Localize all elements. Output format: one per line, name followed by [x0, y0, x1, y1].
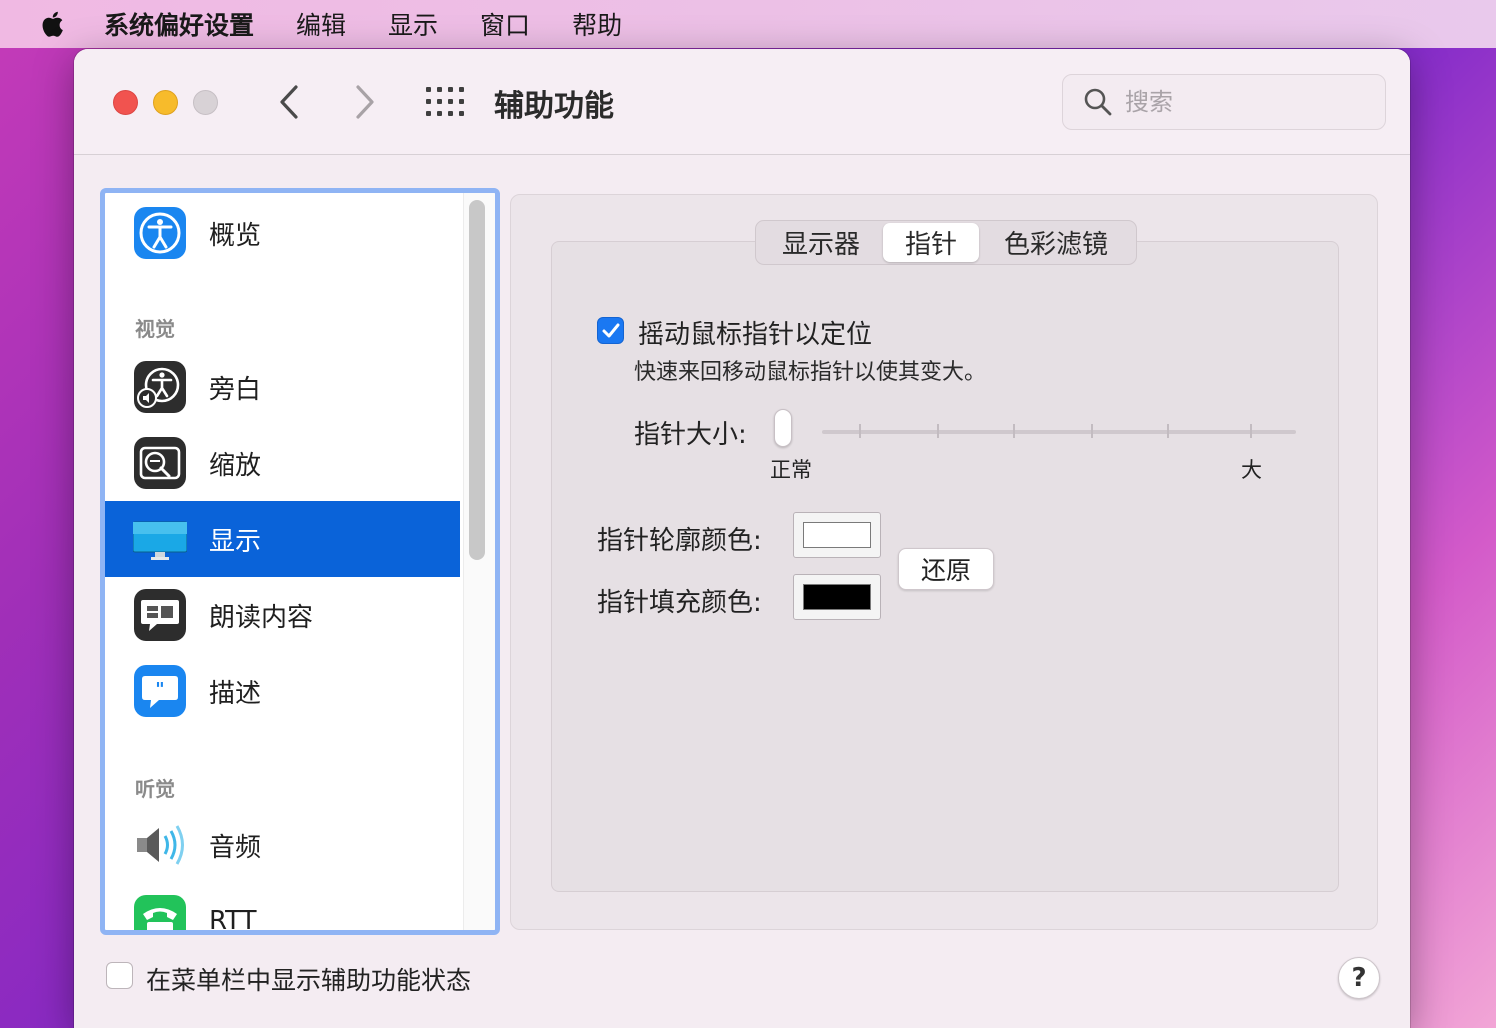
- tab-content-area: 摇动鼠标指针以定位 快速来回移动鼠标指针以使其变大。 指针大小: 正常 大 指针…: [551, 241, 1339, 892]
- back-chevron-icon[interactable]: [276, 83, 304, 121]
- pointer-fill-color-label: 指针填充颜色:: [597, 588, 762, 618]
- fill-color-swatch: [803, 584, 871, 610]
- accessibility-overview-icon: [134, 207, 186, 259]
- shake-to-locate-description: 快速来回移动鼠标指针以使其变大。: [634, 360, 987, 385]
- rtt-phone-icon: [134, 895, 186, 930]
- title-bar: 辅助功能: [74, 49, 1410, 155]
- sidebar-item-label: RTT: [209, 906, 257, 935]
- slider-tick: [859, 424, 861, 438]
- category-sidebar[interactable]: 概览 视觉 旁白 缩放 显示 朗读内容 " 描述 听觉 音频 RTT: [100, 188, 500, 935]
- tab-segmented-control: 显示器 指针 色彩滤镜: [755, 220, 1137, 265]
- zoom-magnifier-icon: [134, 437, 186, 489]
- spoken-content-icon: [134, 589, 186, 641]
- help-button[interactable]: ?: [1338, 957, 1380, 999]
- pointer-outline-color-well[interactable]: [793, 512, 881, 558]
- sidebar-item-overview[interactable]: 概览: [105, 195, 460, 271]
- sidebar-item-rtt[interactable]: RTT: [105, 883, 460, 935]
- pointer-size-slider-knob[interactable]: [774, 409, 792, 447]
- voiceover-icon: [134, 361, 186, 413]
- sidebar-item-zoom[interactable]: 缩放: [105, 425, 460, 501]
- pointer-outline-color-label: 指针轮廓颜色:: [597, 526, 762, 556]
- minimize-window-button[interactable]: [153, 90, 178, 115]
- tab-color-filters[interactable]: 色彩滤镜: [979, 223, 1133, 262]
- sidebar-item-label: 概览: [209, 220, 262, 251]
- slider-tick: [1167, 424, 1169, 438]
- sidebar-item-label: 朗读内容: [209, 602, 314, 633]
- slider-tick: [1013, 424, 1015, 438]
- close-window-button[interactable]: [113, 90, 138, 115]
- menu-edit[interactable]: 编辑: [296, 6, 346, 42]
- sidebar-item-label: 旁白: [209, 374, 262, 405]
- search-icon: [1084, 88, 1112, 116]
- sidebar-item-display[interactable]: 显示: [105, 501, 460, 577]
- shake-to-locate-label: 摇动鼠标指针以定位: [638, 320, 873, 350]
- menu-view[interactable]: 显示: [388, 6, 438, 42]
- tab-display[interactable]: 显示器: [759, 223, 883, 262]
- pointer-size-max-label: 大: [1241, 458, 1262, 482]
- outline-color-swatch: [803, 522, 871, 548]
- show-status-in-menubar-checkbox[interactable]: [106, 962, 133, 989]
- accessibility-window: 辅助功能 概览 视觉: [74, 49, 1410, 1028]
- svg-text:": ": [155, 679, 164, 700]
- pointer-size-min-label: 正常: [770, 458, 812, 482]
- menu-system-preferences[interactable]: 系统偏好设置: [104, 6, 254, 42]
- sidebar-item-label: 缩放: [209, 450, 262, 481]
- show-status-in-menubar-label: 在菜单栏中显示辅助功能状态: [146, 966, 472, 995]
- zoom-window-button[interactable]: [193, 90, 218, 115]
- slider-tick: [1250, 424, 1252, 438]
- shake-to-locate-checkbox[interactable]: [597, 317, 624, 344]
- descriptions-quote-bubble-icon: ": [134, 665, 186, 717]
- sidebar-item-spoken-content[interactable]: 朗读内容: [105, 577, 460, 653]
- pointer-size-label: 指针大小:: [634, 420, 747, 450]
- section-header-hearing: 听觉: [135, 777, 175, 801]
- tab-pointer[interactable]: 指针: [883, 223, 979, 262]
- menu-help[interactable]: 帮助: [572, 6, 622, 42]
- checkmark-icon: [602, 323, 620, 338]
- window-title: 辅助功能: [494, 89, 614, 124]
- slider-tick: [937, 424, 939, 438]
- pointer-size-slider-track[interactable]: [822, 430, 1296, 434]
- section-header-vision: 视觉: [135, 317, 175, 341]
- sidebar-item-audio[interactable]: 音频: [105, 807, 460, 883]
- pointer-fill-color-well[interactable]: [793, 574, 881, 620]
- sidebar-item-descriptions[interactable]: " 描述: [105, 653, 460, 729]
- audio-speaker-icon: [137, 825, 184, 865]
- search-field[interactable]: [1062, 74, 1386, 130]
- sidebar-item-label: 显示: [209, 526, 262, 557]
- menu-bar: 系统偏好设置 编辑 显示 窗口 帮助: [0, 0, 1496, 48]
- pointer-settings-panel: 摇动鼠标指针以定位 快速来回移动鼠标指针以使其变大。 指针大小: 正常 大 指针…: [510, 194, 1378, 930]
- sidebar-item-label: 描述: [209, 678, 262, 709]
- search-input[interactable]: [1125, 88, 1365, 116]
- sidebar-item-label: 音频: [209, 832, 262, 863]
- menu-window[interactable]: 窗口: [480, 6, 530, 42]
- display-monitor-icon: [133, 521, 187, 560]
- slider-tick: [1091, 424, 1093, 438]
- reset-colors-button[interactable]: 还原: [898, 548, 994, 590]
- sidebar-scrollbar-thumb[interactable]: [469, 200, 485, 560]
- forward-chevron-icon[interactable]: [350, 83, 378, 121]
- apple-icon[interactable]: [40, 9, 64, 39]
- show-all-grid-icon[interactable]: [426, 87, 464, 117]
- sidebar-list: 概览 视觉 旁白 缩放 显示 朗读内容 " 描述 听觉 音频 RTT: [105, 193, 461, 930]
- sidebar-item-voiceover[interactable]: 旁白: [105, 349, 460, 425]
